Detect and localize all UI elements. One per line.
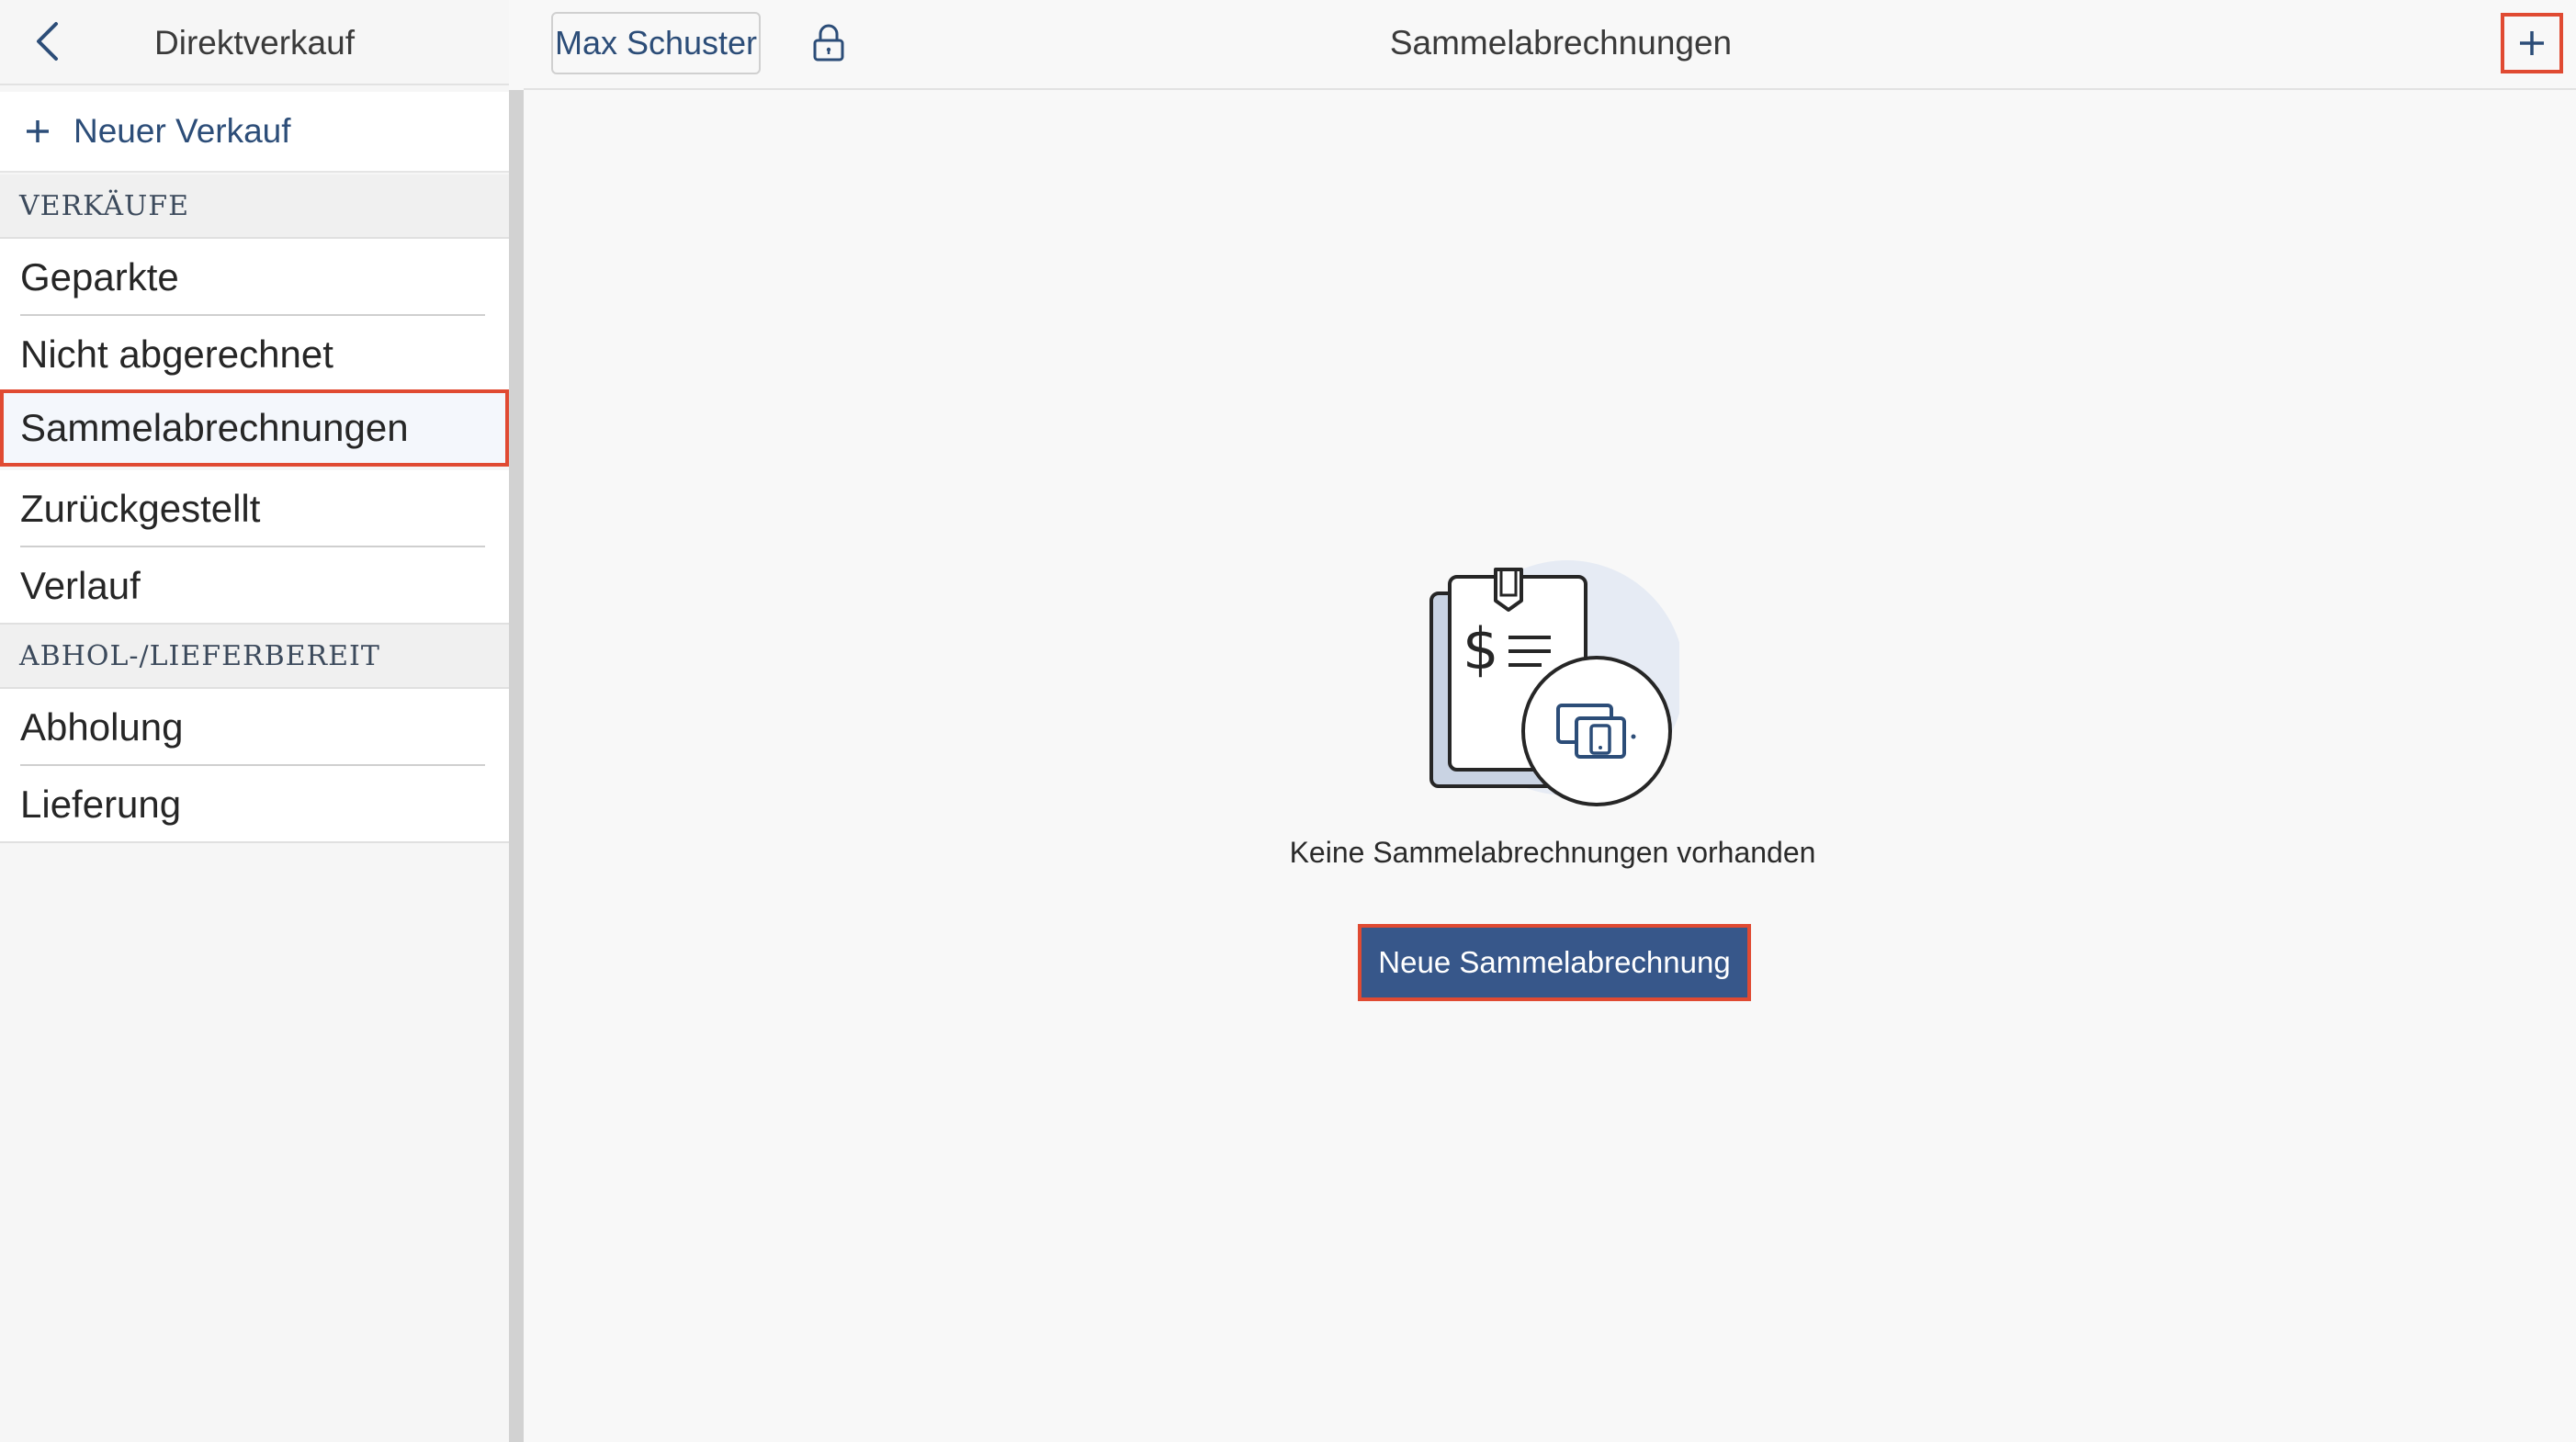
new-sale-label: Neuer Verkauf	[73, 112, 291, 150]
main-header: Max Schuster Sammelabrechnungen	[524, 0, 2576, 90]
plus-icon	[2520, 31, 2544, 55]
sidebar-item-label: Nicht abgerechnet	[20, 332, 333, 376]
new-sale-button[interactable]: Neuer Verkauf	[0, 92, 509, 173]
svg-text:$: $	[1463, 615, 1498, 682]
sidebar-item-label: Lieferung	[20, 783, 182, 826]
back-button[interactable]	[20, 13, 73, 70]
header-gap	[509, 0, 524, 90]
lock-icon	[813, 24, 844, 62]
empty-state-message: Keine Sammelabrechnungen vorhanden	[1289, 836, 1816, 869]
section-header-verkaeufe: VERKÄUFE	[0, 175, 509, 239]
chevron-left-icon	[37, 22, 58, 61]
sidebar-title: Direktverkauf	[154, 24, 355, 62]
sidebar-item-verlauf[interactable]: Verlauf	[0, 547, 509, 625]
sidebar-header: Direktverkauf	[0, 0, 509, 85]
sidebar-item-abholung[interactable]: Abholung	[0, 689, 509, 766]
sidebar-item-label: Verlauf	[20, 564, 141, 607]
new-collective-invoice-button[interactable]: Neue Sammelabrechnung	[1358, 924, 1751, 1001]
separator	[0, 841, 509, 843]
sidebar-item-sammelabrechnungen[interactable]: Sammelabrechnungen	[0, 389, 509, 467]
lock-button[interactable]	[803, 17, 854, 68]
sidebar-item-geparkte[interactable]: Geparkte	[0, 239, 509, 316]
sidebar-item-label: Sammelabrechnungen	[20, 406, 409, 449]
invoice-devices-illustration: $	[1429, 560, 1679, 806]
plus-icon	[27, 120, 49, 142]
sidebar: Direktverkauf Neuer Verkauf VERKÄUFE Gep…	[0, 0, 509, 1442]
sidebar-item-label: Abholung	[20, 705, 184, 749]
user-button[interactable]: Max Schuster	[551, 12, 761, 74]
new-collective-invoice-label: Neue Sammelabrechnung	[1361, 928, 1747, 997]
sidebar-item-zurueckgestellt[interactable]: Zurückgestellt	[0, 470, 509, 547]
split-view-divider[interactable]	[509, 0, 524, 1442]
sidebar-item-label: Zurückgestellt	[20, 487, 261, 530]
sidebar-item-label: Geparkte	[20, 255, 179, 299]
section-header-abhol-lieferbereit: ABHOL-/LIEFERBEREIT	[0, 625, 509, 689]
sidebar-item-lieferung[interactable]: Lieferung	[0, 766, 509, 843]
add-button[interactable]	[2501, 13, 2563, 73]
sidebar-item-nicht-abgerechnet[interactable]: Nicht abgerechnet	[0, 316, 509, 393]
